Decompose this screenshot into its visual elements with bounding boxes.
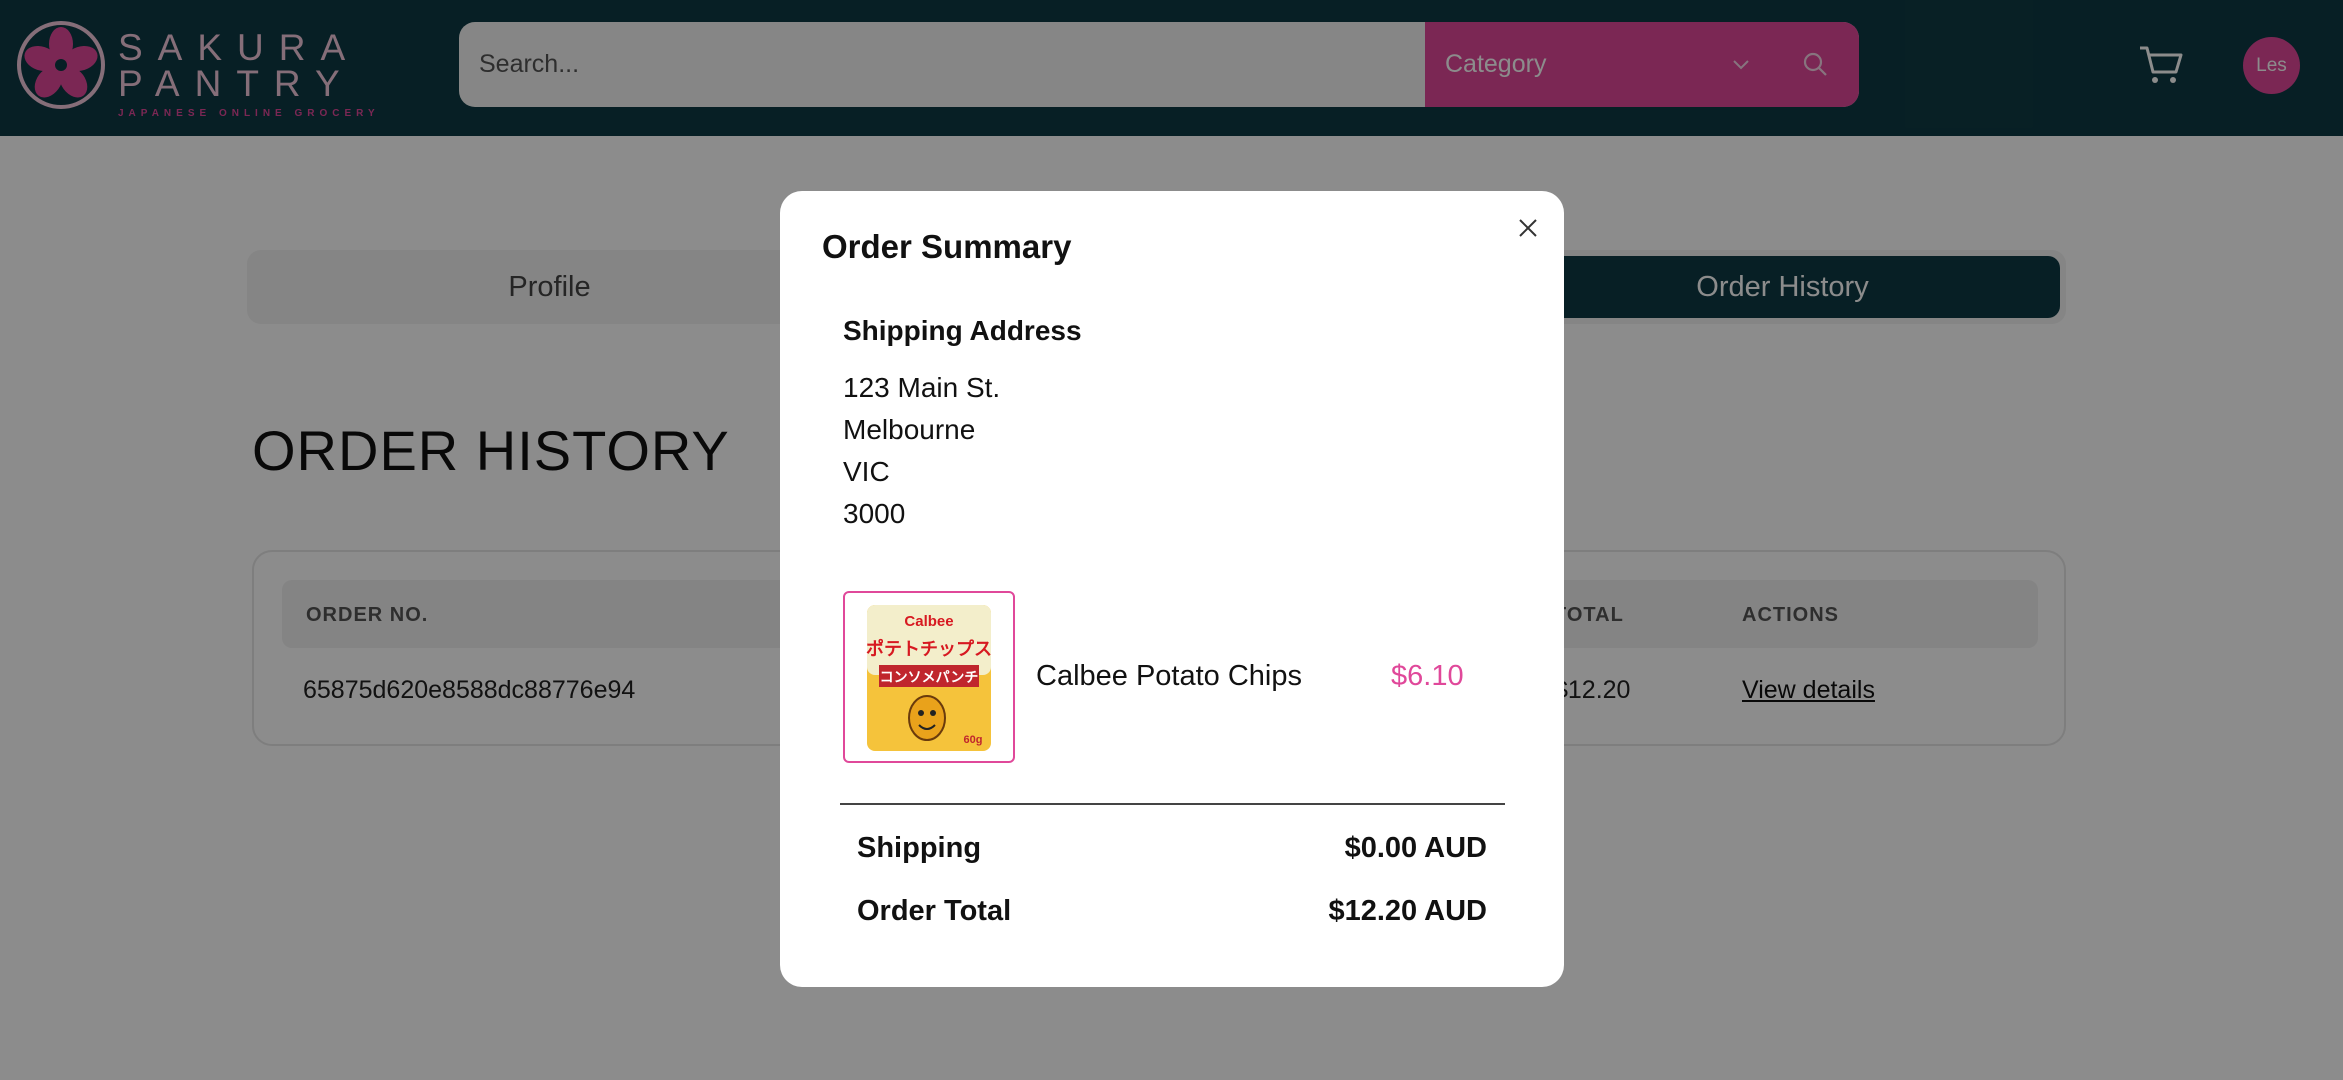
potato-chips-bag-icon: Calbee ポテトチップス コンソメパンチ 60g (866, 605, 992, 751)
shipping-value: $0.00 AUD (1344, 832, 1487, 864)
order-summary-modal: Order Summary Shipping Address 123 Main … (780, 191, 1564, 987)
order-total-value: $12.20 AUD (1328, 895, 1487, 927)
summary-divider (840, 803, 1505, 805)
bag-title: ポテトチップス (866, 638, 992, 660)
modal-title: Order Summary (822, 228, 1072, 265)
address-line-2: Melbourne (843, 414, 976, 445)
shipping-label: Shipping (857, 832, 982, 864)
product-name[interactable]: Calbee Potato Chips (1036, 660, 1302, 693)
product-price: $6.10 (1391, 660, 1464, 692)
close-icon[interactable] (1515, 215, 1541, 241)
bag-weight: 60g (964, 734, 983, 746)
address-line-3: VIC (843, 456, 890, 487)
order-total-label: Order Total (857, 895, 1012, 927)
bag-flavor: コンソメパンチ (880, 670, 979, 686)
product-image[interactable]: Calbee ポテトチップス コンソメパンチ 60g (843, 591, 1015, 763)
address-line-4: 3000 (843, 498, 906, 529)
bag-brand: Calbee (904, 613, 953, 630)
address-line-1: 123 Main St. (843, 372, 1001, 403)
shipping-address-heading: Shipping Address (843, 315, 1082, 346)
